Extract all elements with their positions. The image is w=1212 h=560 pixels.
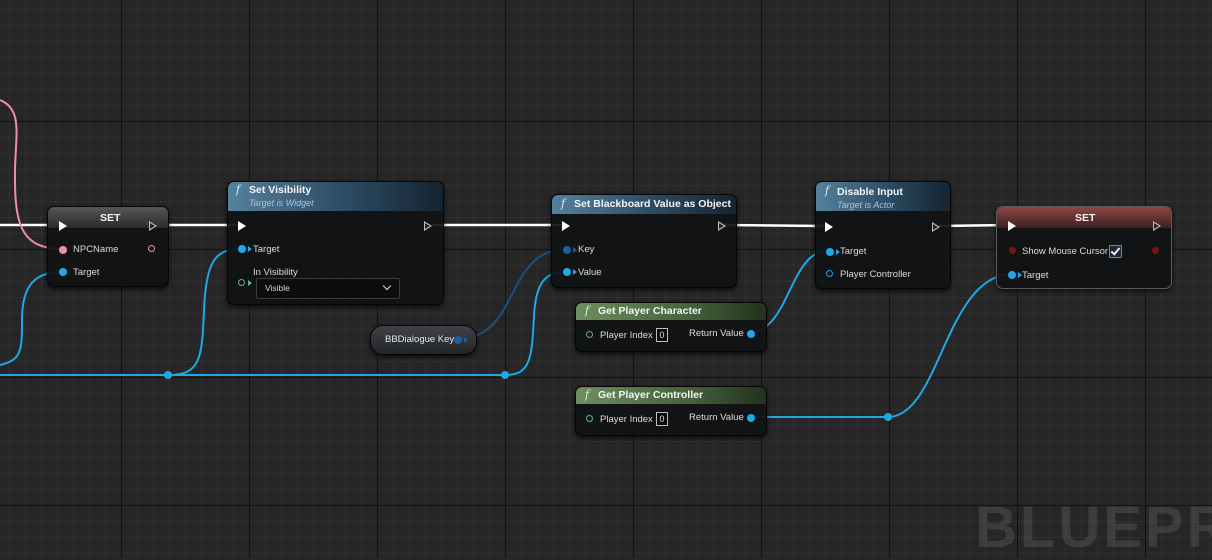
return-value-pin[interactable] bbox=[747, 330, 755, 338]
pin-arrow bbox=[464, 337, 468, 343]
exec-out-pin[interactable] bbox=[149, 221, 157, 231]
object-wire bbox=[750, 273, 1013, 418]
target-pin-label: Target bbox=[1022, 270, 1049, 281]
blueprint-watermark: BLUEPRIN bbox=[975, 495, 1212, 560]
get-player-controller-node[interactable]: f Get Player Controller Player Index 0 R… bbox=[575, 386, 767, 436]
player-controller-input-pin[interactable] bbox=[826, 270, 833, 277]
return-value-pin[interactable] bbox=[747, 414, 755, 422]
node-title: SET bbox=[1075, 212, 1096, 224]
value-input-pin[interactable] bbox=[563, 268, 571, 276]
return-value-label: Return Value bbox=[689, 412, 744, 423]
function-icon: f bbox=[585, 304, 590, 317]
function-icon: f bbox=[585, 388, 590, 401]
exec-out-pin[interactable] bbox=[1153, 221, 1161, 231]
function-icon: f bbox=[236, 183, 241, 196]
node-subtitle: Target is Widget bbox=[249, 198, 314, 208]
set-blackboard-value-node[interactable]: f Set Blackboard Value as Object Key Val… bbox=[551, 194, 737, 288]
player-index-label: Player Index bbox=[600, 414, 653, 425]
exec-wire bbox=[722, 223, 825, 228]
exec-in-pin[interactable] bbox=[562, 221, 570, 231]
player-index-input[interactable]: 0 bbox=[656, 328, 668, 342]
key-pin-label: Key bbox=[578, 244, 595, 255]
pin-arrow bbox=[248, 280, 252, 286]
visibility-dropdown[interactable]: Visible bbox=[256, 278, 400, 299]
target-input-pin[interactable] bbox=[238, 245, 246, 253]
value-pin-label: Value bbox=[578, 267, 602, 278]
npcname-pin-label: NPCName bbox=[73, 244, 119, 255]
checkmark-icon bbox=[1110, 245, 1121, 256]
target-pin-label: Target bbox=[253, 244, 280, 255]
target-input-pin[interactable] bbox=[1008, 271, 1016, 279]
pin-arrow bbox=[248, 246, 252, 252]
node-title: Set Visibility bbox=[249, 184, 312, 196]
node-subtitle: Target is Actor bbox=[837, 200, 895, 210]
show-mouse-cursor-input-pin[interactable] bbox=[1009, 247, 1016, 254]
disable-input-node[interactable]: f Disable Input Target is Actor Target P… bbox=[815, 181, 951, 289]
function-icon: f bbox=[561, 197, 566, 210]
key-input-pin[interactable] bbox=[563, 246, 571, 254]
reroute-dot bbox=[164, 371, 172, 379]
exec-out-pin[interactable] bbox=[718, 221, 726, 231]
reroute-dot bbox=[501, 371, 509, 379]
function-icon: f bbox=[825, 184, 830, 197]
exec-in-pin[interactable] bbox=[1008, 221, 1016, 231]
npcname-output-pin[interactable] bbox=[148, 245, 155, 252]
node-title: Set Blackboard Value as Object bbox=[574, 198, 731, 210]
exec-in-pin[interactable] bbox=[825, 222, 833, 232]
set-show-mouse-cursor-node[interactable]: SET Show Mouse Cursor Target bbox=[996, 206, 1172, 289]
player-controller-pin-label: Player Controller bbox=[840, 269, 911, 280]
pin-arrow bbox=[573, 269, 577, 275]
node-title: Get Player Character bbox=[598, 305, 702, 317]
npcname-input-pin[interactable] bbox=[59, 246, 67, 254]
get-player-character-node[interactable]: f Get Player Character Player Index 0 Re… bbox=[575, 302, 767, 352]
target-input-pin[interactable] bbox=[59, 268, 67, 276]
set-visibility-node[interactable]: f Set Visibility Target is Widget Target… bbox=[227, 181, 444, 305]
show-mouse-cursor-checkbox[interactable] bbox=[1109, 245, 1122, 258]
player-index-pin[interactable] bbox=[586, 331, 593, 338]
pin-arrow bbox=[573, 247, 577, 253]
exec-out-pin[interactable] bbox=[932, 222, 940, 232]
set-npcname-node[interactable]: SET NPCName Target bbox=[47, 206, 169, 287]
show-mouse-cursor-label: Show Mouse Cursor bbox=[1022, 246, 1109, 257]
bbdialogue-key-label: BBDialogue Key bbox=[385, 334, 455, 345]
node-title: Get Player Controller bbox=[598, 389, 704, 401]
target-pin-label: Target bbox=[73, 267, 100, 278]
player-index-label: Player Index bbox=[600, 330, 653, 341]
target-input-pin[interactable] bbox=[826, 248, 834, 256]
player-index-input[interactable]: 0 bbox=[656, 412, 668, 426]
node-title: Disable Input bbox=[837, 186, 903, 198]
reroute-dot bbox=[884, 413, 892, 421]
target-pin-label: Target bbox=[840, 246, 867, 257]
return-value-label: Return Value bbox=[689, 328, 744, 339]
in-visibility-pin[interactable] bbox=[238, 279, 245, 286]
bbdialogue-key-output-pin[interactable] bbox=[454, 336, 462, 344]
chevron-down-icon bbox=[382, 281, 392, 291]
exec-in-pin[interactable] bbox=[238, 221, 246, 231]
visibility-dropdown-value: Visible bbox=[265, 283, 290, 293]
show-mouse-cursor-output-pin[interactable] bbox=[1152, 247, 1159, 254]
node-title: SET bbox=[100, 212, 121, 224]
exec-in-pin[interactable] bbox=[59, 221, 67, 231]
bbdialogue-key-node[interactable]: BBDialogue Key bbox=[370, 325, 477, 355]
exec-out-pin[interactable] bbox=[424, 221, 432, 231]
in-visibility-label: In Visibility bbox=[253, 267, 298, 278]
player-index-pin[interactable] bbox=[586, 415, 593, 422]
